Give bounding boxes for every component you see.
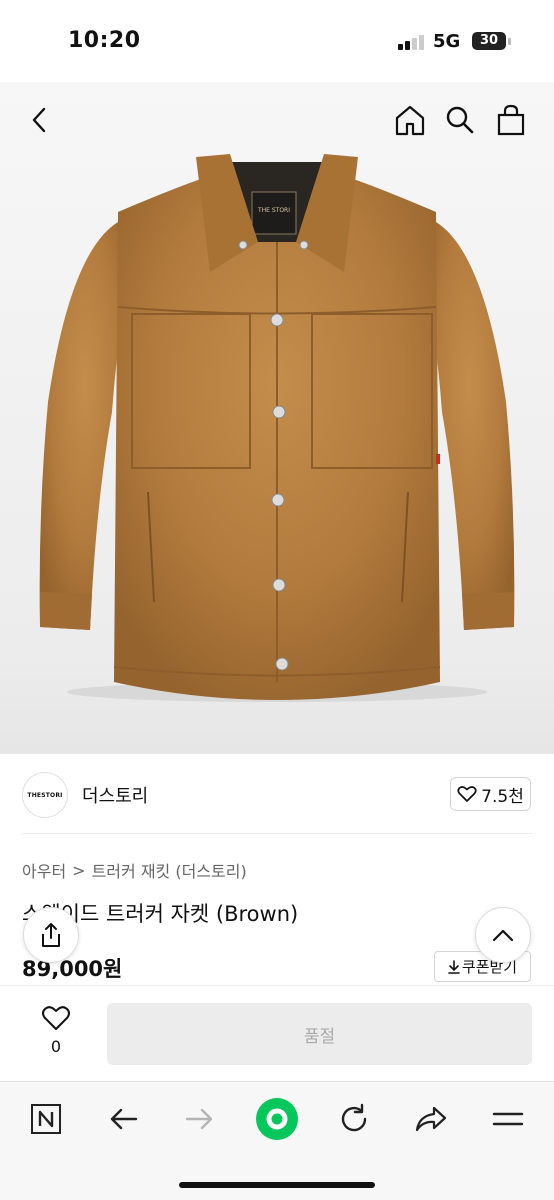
purchase-bar: 0 품절 <box>0 985 554 1081</box>
seller-row[interactable]: THESTORI 더스토리 7.5천 <box>0 754 554 834</box>
wish-count: 0 <box>50 1037 62 1056</box>
wish-button[interactable]: 0 <box>30 1004 82 1056</box>
cart-button[interactable] <box>491 100 531 140</box>
seller-logo[interactable]: THESTORI <box>22 772 68 818</box>
share-button[interactable] <box>23 907 79 963</box>
refresh-button[interactable] <box>332 1097 376 1141</box>
search-icon <box>446 106 474 134</box>
svg-text:THE STORI: THE STORI <box>257 207 290 214</box>
back-button[interactable] <box>20 100 60 140</box>
naver-n-icon <box>31 1104 61 1134</box>
chevron-up-icon <box>492 929 514 942</box>
browser-menu-button[interactable] <box>486 1097 530 1141</box>
jacket-illustration: THE STORI <box>39 154 515 702</box>
naver-home-button[interactable] <box>24 1097 68 1141</box>
search-button[interactable] <box>440 100 480 140</box>
menu-icon <box>492 1112 524 1126</box>
cell-signal-icon <box>398 34 426 50</box>
heart-icon <box>42 1006 70 1030</box>
download-icon <box>448 959 460 974</box>
browser-back-button[interactable] <box>101 1097 145 1141</box>
soldout-button[interactable]: 품절 <box>107 1003 532 1065</box>
naver-green-button[interactable] <box>255 1097 299 1141</box>
share-arrow-icon <box>415 1106 447 1132</box>
network-type: 5G <box>433 31 461 52</box>
chevron-left-icon <box>32 107 46 133</box>
battery-tip <box>508 38 511 45</box>
home-icon <box>395 105 425 136</box>
forward-arrow-icon <box>185 1108 213 1130</box>
heart-icon <box>457 786 477 802</box>
browser-share-button[interactable] <box>409 1097 453 1141</box>
divider <box>22 833 532 834</box>
seller-like-button[interactable]: 7.5천 <box>450 777 531 811</box>
breadcrumb-subcategory[interactable]: 트러커 재킷 (더스토리) <box>92 858 247 882</box>
scroll-top-button[interactable] <box>475 907 531 963</box>
breadcrumb: 아우터 > 트러커 재킷 (더스토리) <box>22 858 247 882</box>
back-arrow-icon <box>110 1108 138 1130</box>
share-icon <box>42 923 60 947</box>
breadcrumb-separator: > <box>72 860 86 880</box>
home-indicator <box>179 1182 375 1188</box>
green-dot-icon <box>256 1098 298 1140</box>
breadcrumb-category[interactable]: 아우터 <box>22 858 66 882</box>
shopping-bag-icon <box>497 104 525 136</box>
battery-icon: 30 <box>472 32 506 50</box>
product-image[interactable]: THE STORI <box>0 82 554 754</box>
status-time: 10:20 <box>68 28 141 53</box>
refresh-icon <box>341 1103 367 1132</box>
home-button[interactable] <box>390 100 430 140</box>
seller-like-count: 7.5천 <box>481 786 524 807</box>
browser-forward-button[interactable] <box>178 1097 222 1141</box>
seller-name[interactable]: 더스토리 <box>82 782 148 808</box>
status-bar: 10:20 5G 30 <box>0 0 554 82</box>
